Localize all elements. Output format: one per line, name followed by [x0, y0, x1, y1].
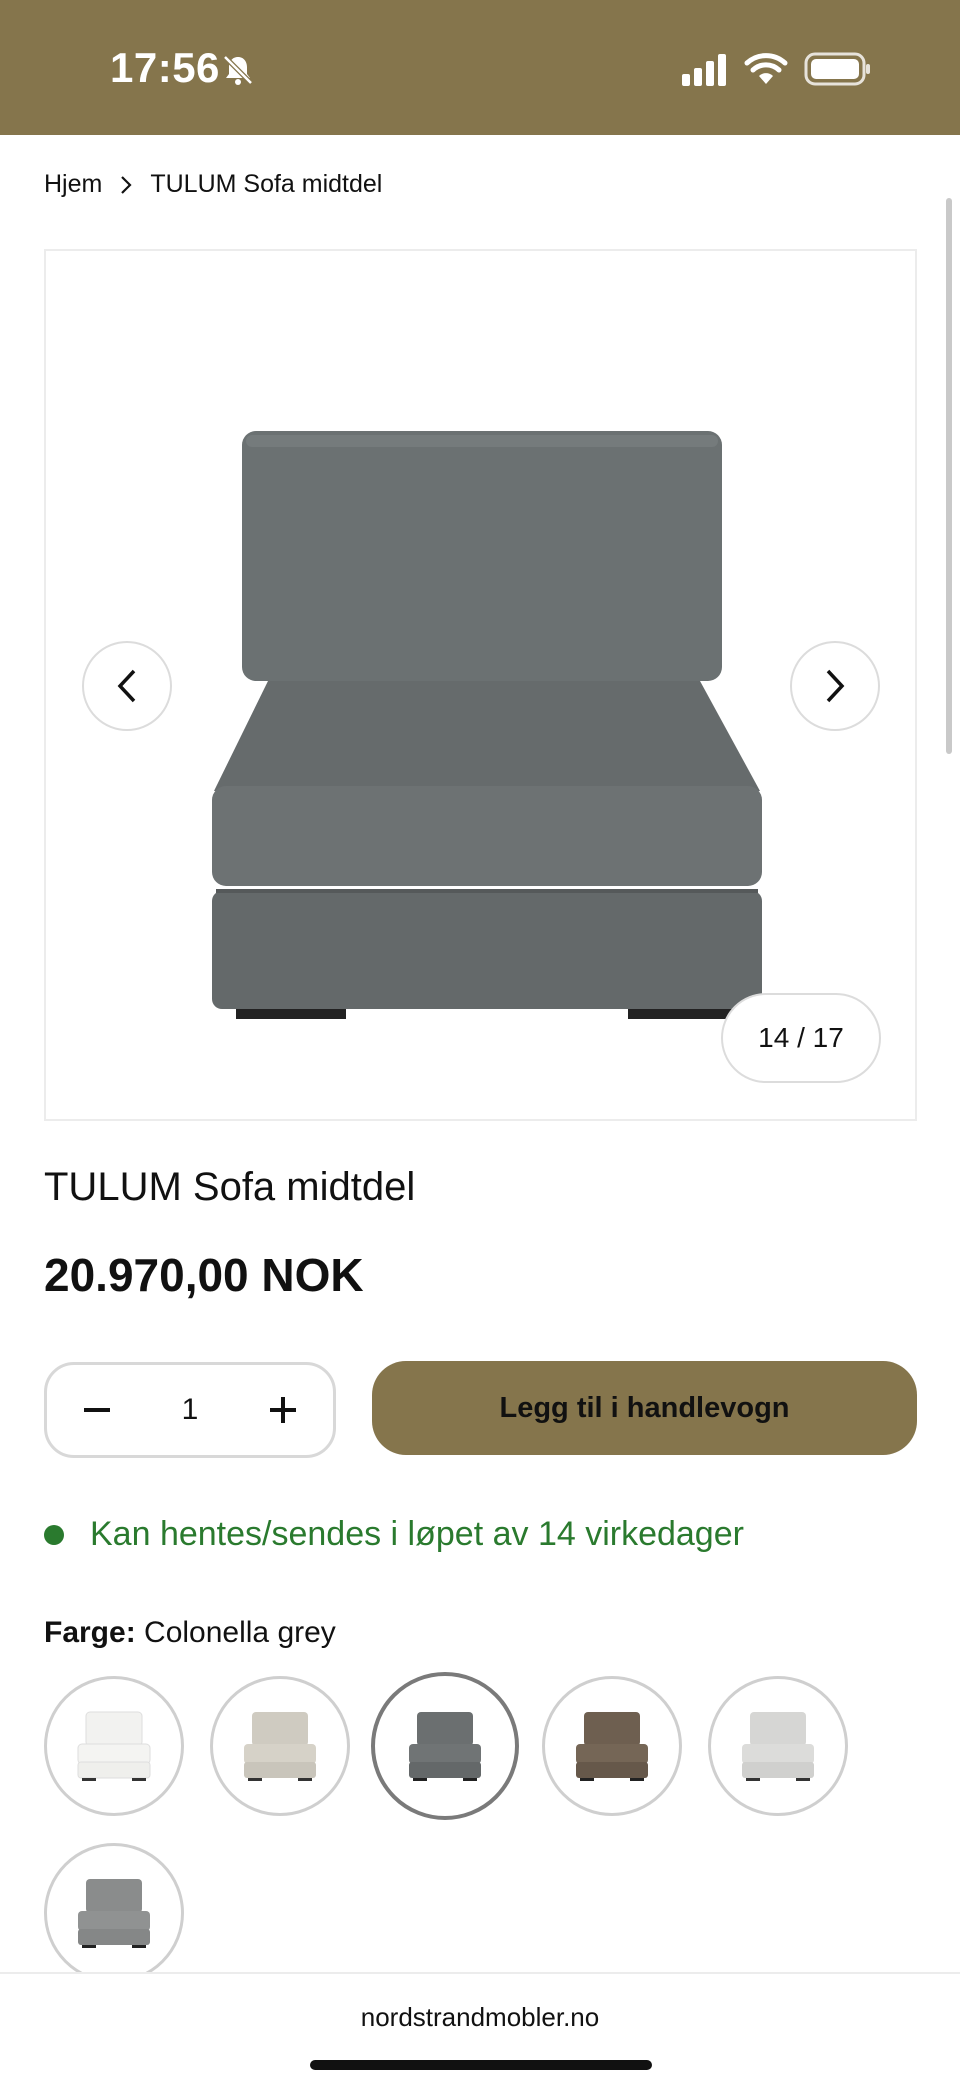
swatch-sofa-image [78, 1879, 150, 1948]
product-price: 20.970,00 NOK [44, 1249, 364, 1301]
breadcrumb-current: TULUM Sofa midtdel [150, 170, 383, 198]
swatch-sofa-image [77, 1711, 151, 1781]
chevron-left-icon [117, 669, 136, 703]
gallery-next-button[interactable] [790, 641, 880, 731]
color-swatch-colonella-grey[interactable] [371, 1672, 519, 1820]
product-gallery: 14 / 17 [44, 249, 917, 1121]
home-indicator[interactable] [310, 2060, 652, 2070]
chevron-right-icon [121, 175, 132, 194]
swatch-sofa-image [742, 1712, 814, 1781]
color-label: Farge: [44, 1616, 136, 1649]
swatch-sofa-image [576, 1712, 648, 1781]
add-to-cart-button[interactable]: Legg til i handlevogn [372, 1361, 917, 1455]
chevron-right-icon [826, 669, 845, 703]
quantity-decrease-button[interactable] [77, 1390, 117, 1430]
wifi-icon [744, 53, 788, 84]
minus-icon [84, 1408, 110, 1412]
availability-status: Kan hentes/sendes i løpet av 14 virkedag… [44, 1515, 744, 1554]
browser-url[interactable]: nordstrandmobler.no [0, 2002, 960, 2033]
color-swatch-medium-grey[interactable] [44, 1843, 184, 1983]
signal-icon [682, 54, 726, 86]
swatch-sofa-image [244, 1712, 316, 1781]
plus-icon [270, 1397, 296, 1423]
color-swatch-white[interactable] [44, 1676, 184, 1816]
gallery-prev-button[interactable] [82, 641, 172, 731]
browser-address-bar: nordstrandmobler.no [0, 1972, 960, 2086]
availability-text: Kan hentes/sendes i løpet av 14 virkedag… [90, 1515, 744, 1553]
color-swatch-light-grey[interactable] [708, 1676, 848, 1816]
bell-slash-icon [223, 55, 253, 85]
battery-icon [804, 52, 870, 86]
gallery-counter: 14 / 17 [721, 993, 881, 1083]
color-swatch-beige[interactable] [210, 1676, 350, 1816]
quantity-stepper: 1 [44, 1362, 336, 1458]
breadcrumb: Hjem TULUM Sofa midtdel [44, 170, 382, 199]
status-bar: 17:56 [0, 0, 960, 135]
product-title: TULUM Sofa midtdel [44, 1165, 416, 1209]
breadcrumb-home-link[interactable]: Hjem [44, 170, 102, 199]
color-swatch-brown[interactable] [542, 1676, 682, 1816]
color-value: Colonella grey [144, 1616, 336, 1649]
swatch-sofa-image [409, 1712, 481, 1781]
status-time: 17:56 [110, 44, 220, 91]
quantity-value[interactable]: 1 [182, 1393, 199, 1427]
quantity-increase-button[interactable] [263, 1390, 303, 1430]
scrollbar[interactable] [946, 198, 952, 754]
color-option: Farge: Colonella grey [44, 1616, 336, 1650]
product-image[interactable] [176, 421, 796, 1021]
status-dot-icon [44, 1524, 64, 1545]
